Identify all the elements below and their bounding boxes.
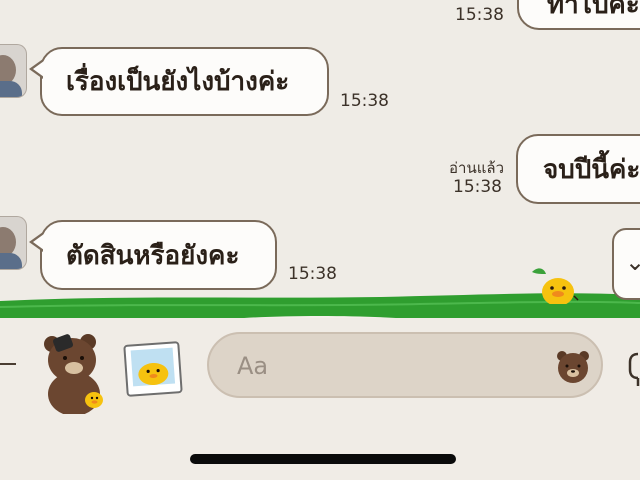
message-text: จบปีนี้ค่ะ bbox=[543, 154, 640, 185]
contact-avatar[interactable] bbox=[0, 216, 27, 270]
message-time: 15:38 bbox=[455, 5, 504, 25]
chat-area: ทำไปค่ะ 15:38 เรื่องเป็นยังไงบ้างค่ะ 15:… bbox=[0, 0, 640, 318]
message-bubble-outgoing[interactable]: จบปีนี้ค่ะ bbox=[516, 134, 640, 204]
chick-icon bbox=[532, 268, 579, 304]
photo-sticker-button[interactable] bbox=[122, 340, 184, 398]
microphone-icon[interactable] bbox=[628, 340, 640, 390]
bear-emoji-icon[interactable] bbox=[553, 346, 593, 386]
message-time: 15:38 bbox=[288, 264, 337, 284]
scroll-to-bottom-button[interactable]: ⌄ bbox=[612, 228, 640, 300]
message-bubble-incoming[interactable]: เรื่องเป็นยังไงบ้างค่ะ bbox=[29, 47, 329, 116]
message-text: เรื่องเป็นยังไงบ้างค่ะ bbox=[66, 67, 290, 97]
message-bubble-outgoing[interactable]: ทำไปค่ะ bbox=[517, 0, 640, 30]
home-indicator bbox=[190, 454, 456, 464]
message-time: 15:38 bbox=[453, 177, 502, 197]
contact-avatar[interactable] bbox=[0, 44, 27, 98]
message-time: 15:38 bbox=[340, 91, 389, 111]
message-text: ตัดสินหรือยังคะ bbox=[66, 240, 240, 271]
message-input[interactable] bbox=[235, 346, 539, 386]
message-bubble-incoming[interactable]: ตัดสินหรือยังคะ bbox=[29, 220, 277, 290]
sticker-brown-bear-button[interactable] bbox=[40, 328, 110, 414]
message-input-container[interactable] bbox=[207, 332, 603, 398]
plus-icon[interactable] bbox=[0, 363, 16, 365]
chevron-down-icon: ⌄ bbox=[625, 248, 640, 276]
message-text: ทำไปค่ะ bbox=[547, 0, 640, 20]
message-toolbar bbox=[0, 318, 640, 480]
